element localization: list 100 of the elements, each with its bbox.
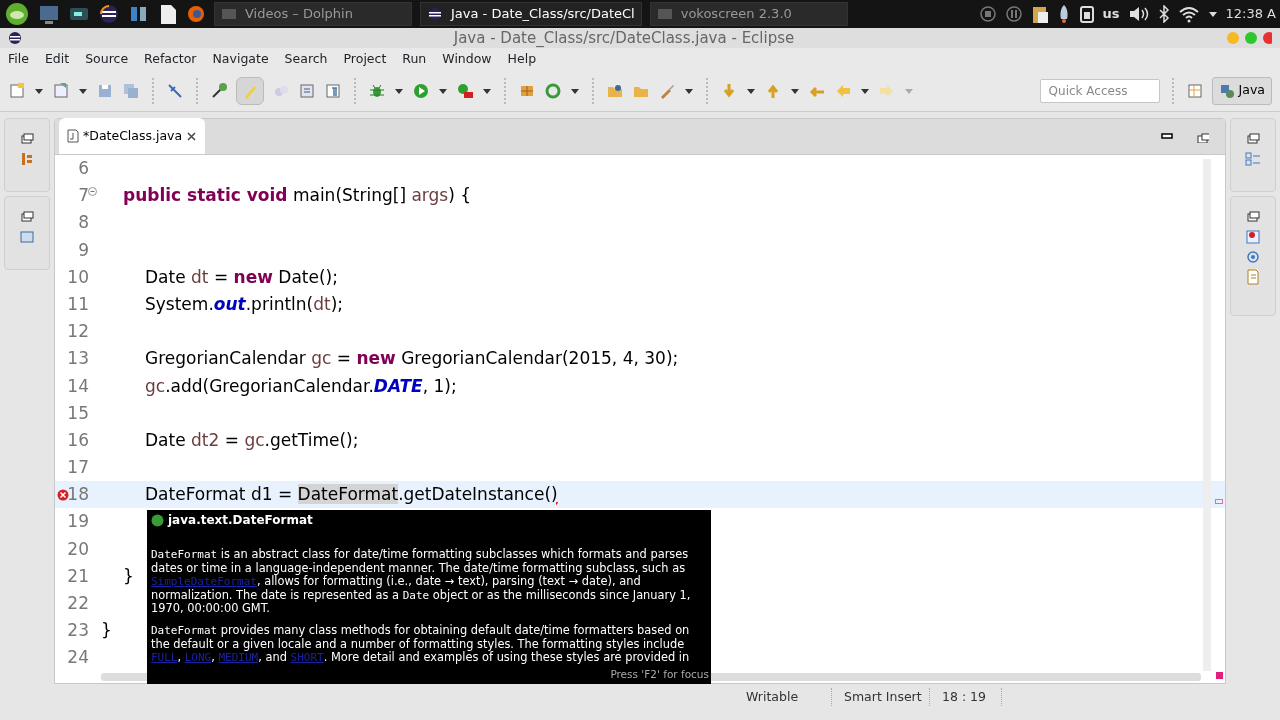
eclipse-icon[interactable] (98, 3, 120, 25)
code-line: gc.add(GregorianCalendar.DATE, 1); (144, 374, 457, 398)
wifi-icon[interactable] (1177, 5, 1200, 23)
restore-icon[interactable] (1245, 209, 1261, 225)
menu-item[interactable]: Refactor (144, 49, 197, 69)
run-icon[interactable] (412, 81, 430, 100)
line-number: 9 (78, 239, 89, 260)
maximize-icon[interactable] (1197, 130, 1209, 143)
code-line: } (101, 619, 112, 643)
problems-icon[interactable] (1245, 229, 1261, 245)
caret-icon[interactable] (746, 86, 756, 95)
line-number: 20 (67, 538, 89, 559)
task-button[interactable]: vokoscreen 2.3.0 (649, 2, 848, 26)
bluetooth-icon[interactable] (1157, 5, 1170, 23)
line-number: 18 (67, 484, 89, 505)
close-button[interactable] (1262, 31, 1272, 45)
task-button[interactable]: Java - Date_Class/src/DateCl (420, 2, 642, 26)
code-line: Date dt2 = gc.getTime(); (144, 428, 359, 452)
eclipse-icon (427, 6, 443, 22)
line-number: 14 (67, 375, 89, 396)
perspective-button[interactable]: Java (1211, 76, 1272, 105)
hover-title: java.text.DateFormat (168, 512, 313, 529)
line-number: 23 (67, 620, 89, 641)
highlight-toggle-button[interactable] (236, 76, 264, 105)
code-line: DateFormat d1 = DateFormat.getDateInstance() (144, 483, 558, 507)
menu-logo-icon[interactable] (4, 2, 30, 26)
collapse-icon[interactable] (88, 187, 97, 197)
line-number: 6 (78, 158, 89, 178)
caret-icon[interactable] (860, 86, 870, 95)
status-field: Smart Insert (840, 687, 930, 707)
menu-item[interactable]: File (8, 49, 29, 69)
line-number: 21 (67, 565, 89, 586)
monitor-icon[interactable] (38, 3, 60, 25)
line-number: 13 (67, 348, 89, 369)
eclipse-icon (8, 31, 22, 45)
editor-tab[interactable]: *DateClass.java (59, 118, 206, 154)
code-line: System.out.println(dt); (144, 292, 344, 316)
overview-marker[interactable] (1215, 499, 1223, 504)
menu-item[interactable]: Run (402, 49, 427, 69)
caret-icon[interactable] (394, 86, 404, 95)
line-number: 24 (67, 647, 89, 668)
wand-icon[interactable] (210, 81, 228, 100)
line-number: 22 (67, 593, 89, 613)
pause-icon[interactable] (1004, 5, 1023, 23)
status-field: Writable (742, 687, 832, 707)
code-line: Date dt = new Date(); (144, 265, 338, 289)
restore-icon[interactable] (1245, 131, 1261, 147)
clock[interactable]: 12:38 A (1225, 4, 1276, 24)
window-title: Java - Date_Class/src/DateClass.java - Eclipse (452, 28, 796, 48)
caret-icon[interactable] (684, 86, 694, 95)
document-icon[interactable] (158, 3, 178, 25)
task-button[interactable]: Videos – Dolphin (214, 2, 412, 26)
restore-icon[interactable] (19, 209, 35, 225)
caret-icon[interactable] (482, 86, 492, 95)
battery-icon[interactable] (1078, 4, 1095, 24)
line-number: 19 (67, 511, 89, 532)
outline-icon[interactable] (1245, 151, 1261, 167)
clipboard-icon[interactable] (1030, 4, 1049, 24)
code-line: } (122, 564, 134, 588)
menu-item[interactable]: Source (85, 49, 129, 69)
line-number: 8 (78, 212, 89, 233)
stop-icon[interactable] (978, 5, 997, 23)
pilcrow-icon[interactable] (324, 81, 342, 100)
firefox-icon[interactable] (186, 3, 206, 25)
close-icon[interactable] (186, 130, 198, 142)
restore-icon[interactable] (19, 131, 35, 147)
class-icon (151, 513, 164, 527)
volume-icon[interactable] (1127, 5, 1150, 23)
caret-icon[interactable] (78, 86, 88, 95)
window-icon (221, 6, 237, 22)
perspective-icon[interactable] (1185, 81, 1204, 100)
menu-item[interactable]: Window (442, 49, 492, 69)
line-number: 12 (67, 321, 89, 342)
java-file-icon (67, 129, 79, 143)
hierarchy-icon[interactable] (19, 151, 35, 167)
line-number: 11 (67, 293, 89, 314)
caret-icon[interactable] (34, 86, 44, 95)
menu-item[interactable]: Search (284, 49, 328, 69)
run-tool-icon[interactable] (456, 81, 474, 100)
hover-paragraph: DateFormat is an abstract class for date/time formatting subclasses which formats and parses dates or time in a language-independent manner. The date/time formatting subclass, such as SimpleDateFormat, allows for formatting (i.e., date → text), parsing (text → date), and normalization. The date is represented as a Date object or as the milliseconds since January 1, 1970, 00:00:00 GMT. (151, 548, 692, 616)
new-document-icon[interactable] (8, 81, 26, 100)
menu-item[interactable]: Help (507, 49, 537, 69)
menu-item[interactable]: Navigate (212, 49, 269, 69)
menu-item[interactable]: Project (343, 49, 387, 69)
menu-item[interactable]: Edit (44, 49, 70, 69)
error-marker[interactable] (1216, 672, 1223, 679)
keyboard-layout[interactable]: us (1102, 4, 1120, 24)
minimize-icon[interactable] (1161, 130, 1173, 141)
caret-icon[interactable] (790, 86, 800, 95)
line-number: 16 (67, 429, 89, 450)
caret-icon[interactable] (438, 86, 448, 95)
caret-icon[interactable] (570, 86, 580, 95)
window-icon (656, 6, 673, 22)
new-window-icon[interactable] (52, 81, 70, 100)
line-number: 17 (67, 457, 89, 478)
line-number: 15 (67, 402, 89, 423)
java-perspective-icon (1218, 82, 1235, 99)
hover-paragraph: DateFormat provides many class methods for obtaining default date/time formatters based on the default or a given locale and a number of formatting styles. The formatting styles include FULL, LONG, MEDIUM, and SHORT. More detail and examples of using these styles are provided in (151, 623, 691, 665)
quick-access-field[interactable]: Quick Access (1039, 78, 1160, 103)
status-field: 18 : 19 (938, 687, 1002, 707)
